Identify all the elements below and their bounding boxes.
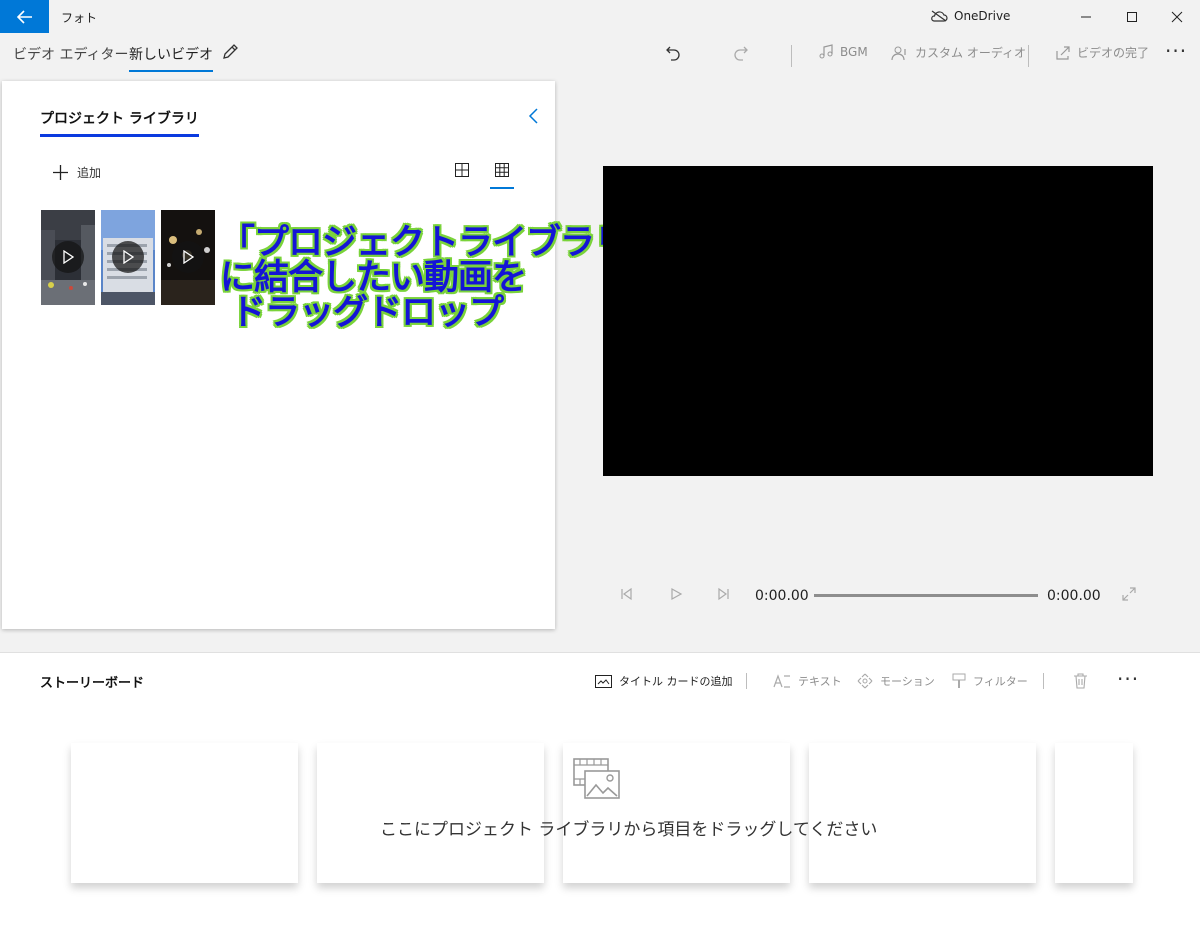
storyboard-slot[interactable] — [809, 743, 1036, 883]
bgm-button[interactable]: BGM — [818, 44, 868, 60]
finish-video-button[interactable]: ビデオの完了 — [1055, 44, 1149, 61]
maximize-icon — [1127, 11, 1137, 22]
breadcrumb-current-project[interactable]: 新しいビデオ — [129, 44, 213, 72]
toolbar-divider — [1028, 45, 1029, 67]
next-frame-button[interactable] — [716, 586, 730, 605]
grid-small-icon — [495, 163, 509, 177]
add-media-label: 追加 — [77, 166, 102, 180]
onedrive-status[interactable]: OneDrive — [930, 9, 1010, 23]
play-icon — [671, 587, 683, 601]
custom-audio-button[interactable]: カスタム オーディオ — [891, 44, 1026, 61]
total-time: 0:00.00 — [1047, 588, 1101, 604]
maximize-button[interactable] — [1109, 0, 1155, 33]
storyboard-slot[interactable] — [317, 743, 544, 883]
play-icon — [172, 241, 204, 273]
video-preview[interactable] — [603, 166, 1153, 476]
bgm-label: BGM — [840, 45, 868, 59]
storyboard-divider — [1043, 673, 1044, 689]
storyboard-drop-hint: ここにプロジェクト ライブラリから項目をドラッグしてください — [380, 820, 878, 840]
storyboard-title: ストーリーボード — [40, 676, 145, 691]
redo-button[interactable] — [732, 44, 750, 62]
toolbar-divider — [791, 45, 792, 67]
storyboard-more-button[interactable]: ··· — [1117, 667, 1139, 691]
more-options-button[interactable]: ··· — [1165, 39, 1187, 63]
app-title: フォト — [61, 11, 98, 25]
media-placeholder-icon — [573, 758, 621, 804]
rename-button[interactable] — [221, 43, 239, 65]
text-button[interactable]: テキスト — [773, 673, 842, 689]
title-bar: フォト OneDrive — [0, 0, 1200, 33]
step-forward-icon — [718, 587, 729, 601]
share-export-icon — [1056, 45, 1070, 60]
large-grid-view-button[interactable] — [450, 163, 474, 189]
command-bar: ビデオ エディター › 新しいビデオ BGM カスタム オーディオ ビデオの完了… — [0, 33, 1200, 77]
title-card-icon — [595, 674, 612, 688]
close-button[interactable] — [1154, 0, 1200, 33]
previous-frame-button[interactable] — [620, 586, 634, 605]
cloud-offline-icon — [931, 10, 948, 22]
small-grid-view-button[interactable] — [490, 163, 514, 189]
add-title-card-button[interactable]: タイトル カードの追加 — [595, 673, 733, 689]
storyboard-slot[interactable] — [1055, 743, 1133, 883]
project-library-panel: プロジェクト ライブラリ 追加 — [2, 81, 555, 629]
chevron-left-icon — [528, 108, 538, 124]
seek-bar[interactable] — [814, 594, 1038, 597]
plus-icon — [53, 165, 68, 180]
finish-video-label: ビデオの完了 — [1077, 46, 1150, 60]
grid-large-icon — [455, 163, 469, 177]
storyboard-slot[interactable] — [71, 743, 298, 883]
play-button[interactable] — [669, 586, 683, 605]
custom-audio-label: カスタム オーディオ — [915, 46, 1026, 60]
play-icon — [52, 241, 84, 273]
storyboard-divider — [746, 673, 747, 689]
minimize-button[interactable] — [1063, 0, 1109, 33]
text-label: テキスト — [798, 675, 842, 688]
undo-icon — [666, 46, 680, 61]
expand-icon — [1122, 587, 1136, 601]
breadcrumb-separator: › — [106, 46, 112, 62]
media-thumbnail[interactable] — [41, 210, 95, 305]
instruction-annotation: 「プロジェクトライブラリ」 に結合したい動画を ドラッグドロップ — [220, 223, 663, 333]
step-back-icon — [621, 587, 632, 601]
music-note-icon — [819, 44, 833, 59]
custom-audio-icon — [891, 46, 906, 60]
add-media-button[interactable]: 追加 — [52, 164, 101, 181]
trash-icon — [1074, 673, 1087, 689]
motion-icon — [857, 673, 873, 689]
close-icon — [1171, 11, 1183, 22]
current-time: 0:00.00 — [755, 588, 809, 604]
motion-button[interactable]: モーション — [857, 673, 935, 689]
play-icon — [112, 241, 144, 273]
filter-brush-icon — [952, 673, 966, 688]
filter-label: フィルター — [973, 675, 1028, 688]
redo-icon — [734, 46, 748, 61]
delete-button[interactable] — [1073, 673, 1088, 689]
pencil-icon — [223, 44, 238, 59]
playback-controls: 0:00.00 0:00.00 — [0, 580, 1200, 612]
minimize-icon — [1081, 16, 1091, 17]
fullscreen-button[interactable] — [1122, 586, 1136, 605]
media-thumbnail[interactable] — [101, 210, 155, 305]
undo-button[interactable] — [664, 44, 682, 62]
back-arrow-icon — [16, 9, 32, 24]
text-icon — [773, 674, 790, 688]
motion-label: モーション — [880, 675, 935, 688]
media-thumbnail[interactable] — [161, 210, 215, 305]
add-title-card-label: タイトル カードの追加 — [619, 675, 733, 688]
project-library-title: プロジェクト ライブラリ — [40, 108, 199, 137]
filter-button[interactable]: フィルター — [952, 673, 1028, 689]
back-button[interactable] — [0, 0, 49, 33]
collapse-library-button[interactable] — [527, 107, 539, 129]
onedrive-label: OneDrive — [954, 9, 1011, 23]
